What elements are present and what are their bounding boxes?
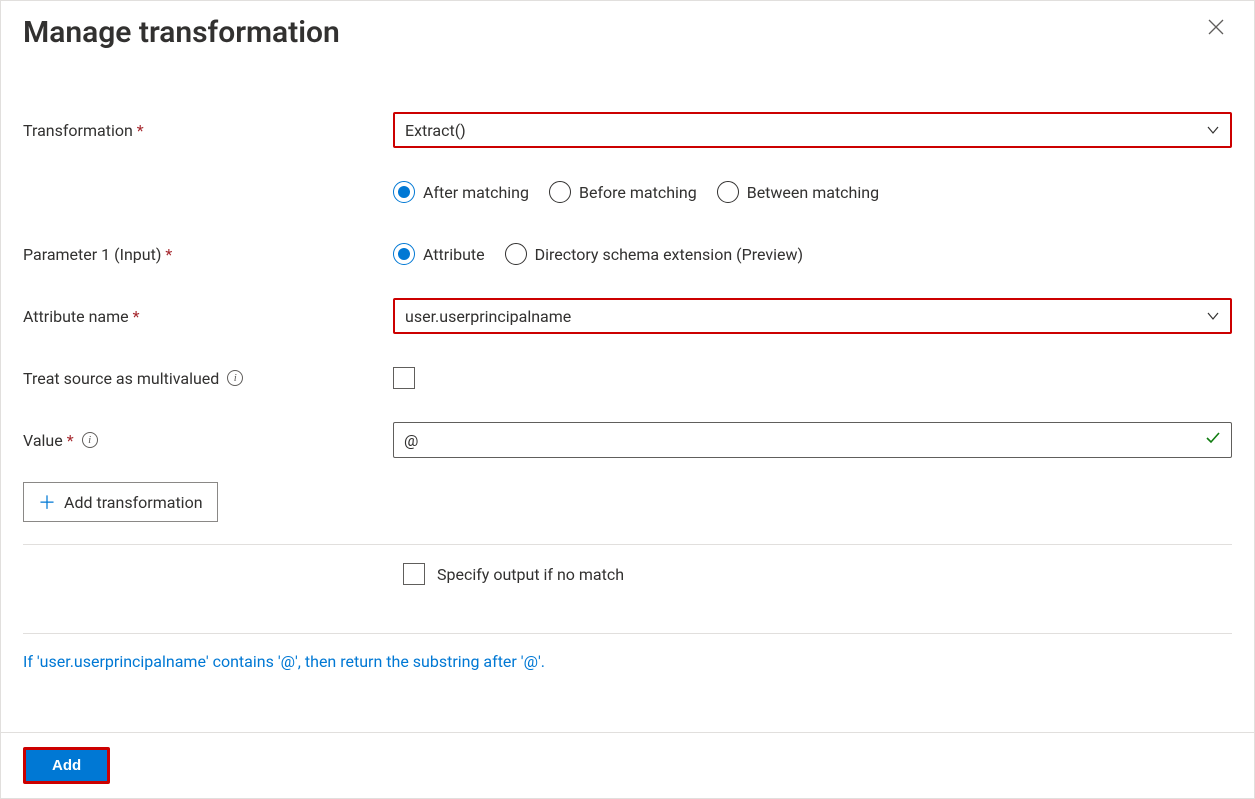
panel-header: Manage transformation bbox=[23, 1, 1232, 70]
transformation-label-text: Transformation bbox=[23, 121, 133, 140]
specify-output-checkbox[interactable] bbox=[403, 563, 425, 585]
radio-directory-label: Directory schema extension (Preview) bbox=[535, 245, 803, 264]
param1-radio-group: Attribute Directory schema extension (Pr… bbox=[393, 243, 803, 265]
radio-directory-schema[interactable]: Directory schema extension (Preview) bbox=[505, 243, 803, 265]
attribute-name-control: user.userprincipalname bbox=[393, 298, 1232, 334]
radio-after-label: After matching bbox=[423, 183, 529, 202]
close-icon bbox=[1208, 19, 1224, 35]
radio-after-matching[interactable]: After matching bbox=[393, 181, 529, 203]
value-row: Value * i @ bbox=[23, 420, 1232, 460]
plus-icon: ＋ bbox=[38, 489, 56, 515]
attribute-name-label-text: Attribute name bbox=[23, 307, 129, 326]
radio-between-matching[interactable]: Between matching bbox=[717, 181, 879, 203]
param1-control: Attribute Directory schema extension (Pr… bbox=[393, 243, 1232, 265]
divider bbox=[23, 633, 1232, 634]
attribute-name-label: Attribute name * bbox=[23, 307, 393, 326]
required-star: * bbox=[137, 121, 144, 140]
form-body: Transformation * Extract() After bbox=[23, 70, 1232, 711]
multivalued-label-text: Treat source as multivalued bbox=[23, 369, 219, 388]
info-icon[interactable]: i bbox=[82, 432, 98, 448]
add-transformation-row: ＋ Add transformation bbox=[23, 482, 1232, 522]
transformation-row: Transformation * Extract() bbox=[23, 110, 1232, 150]
multivalued-label: Treat source as multivalued i bbox=[23, 369, 393, 388]
divider bbox=[23, 544, 1232, 545]
multivalued-row: Treat source as multivalued i bbox=[23, 358, 1232, 398]
param1-row: Parameter 1 (Input) * Attribute Director… bbox=[23, 234, 1232, 274]
manage-transformation-panel: Manage transformation Transformation * E… bbox=[0, 0, 1255, 799]
required-star: * bbox=[133, 307, 140, 326]
attribute-name-dropdown[interactable]: user.userprincipalname bbox=[393, 298, 1232, 334]
add-button[interactable]: Add bbox=[26, 750, 107, 781]
radio-circle-icon bbox=[505, 243, 527, 265]
info-icon[interactable]: i bbox=[227, 370, 243, 386]
radio-circle-icon bbox=[549, 181, 571, 203]
param1-label: Parameter 1 (Input) * bbox=[23, 245, 393, 264]
matching-radio-group: After matching Before matching Between m… bbox=[393, 181, 879, 203]
close-button[interactable] bbox=[1200, 11, 1232, 43]
transformation-value: Extract() bbox=[405, 121, 466, 140]
transformation-dropdown[interactable]: Extract() bbox=[393, 112, 1232, 148]
attribute-name-value: user.userprincipalname bbox=[405, 307, 571, 326]
page-title: Manage transformation bbox=[23, 11, 340, 70]
panel-footer: Add bbox=[1, 732, 1254, 798]
matching-control: After matching Before matching Between m… bbox=[393, 181, 1232, 203]
value-control: @ bbox=[393, 422, 1232, 458]
value-input-text: @ bbox=[404, 431, 418, 450]
value-input[interactable]: @ bbox=[393, 422, 1232, 458]
add-transformation-button[interactable]: ＋ Add transformation bbox=[23, 482, 218, 522]
specify-output-label: Specify output if no match bbox=[437, 565, 624, 584]
transformation-label: Transformation * bbox=[23, 121, 393, 140]
radio-circle-icon bbox=[393, 243, 415, 265]
radio-attribute-label: Attribute bbox=[423, 245, 485, 264]
radio-circle-icon bbox=[717, 181, 739, 203]
value-label: Value * i bbox=[23, 431, 393, 450]
radio-before-label: Before matching bbox=[579, 183, 697, 202]
value-label-text: Value bbox=[23, 431, 63, 450]
required-star: * bbox=[165, 245, 172, 264]
multivalued-checkbox[interactable] bbox=[393, 367, 415, 389]
specify-output-row: Specify output if no match bbox=[23, 563, 1232, 615]
checkmark-icon bbox=[1205, 430, 1221, 450]
radio-between-label: Between matching bbox=[747, 183, 879, 202]
attribute-name-row: Attribute name * user.userprincipalname bbox=[23, 296, 1232, 336]
radio-circle-icon bbox=[393, 181, 415, 203]
param1-label-text: Parameter 1 (Input) bbox=[23, 245, 161, 264]
chevron-down-icon bbox=[1206, 309, 1220, 323]
chevron-down-icon bbox=[1206, 123, 1220, 137]
radio-attribute[interactable]: Attribute bbox=[393, 243, 485, 265]
transformation-summary: If 'user.userprincipalname' contains '@'… bbox=[23, 652, 1232, 711]
add-button-highlight: Add bbox=[23, 747, 110, 784]
transformation-control: Extract() bbox=[393, 112, 1232, 148]
radio-before-matching[interactable]: Before matching bbox=[549, 181, 697, 203]
matching-row: After matching Before matching Between m… bbox=[23, 172, 1232, 212]
add-transformation-label: Add transformation bbox=[64, 493, 203, 512]
multivalued-control bbox=[393, 367, 1232, 389]
required-star: * bbox=[67, 431, 74, 450]
